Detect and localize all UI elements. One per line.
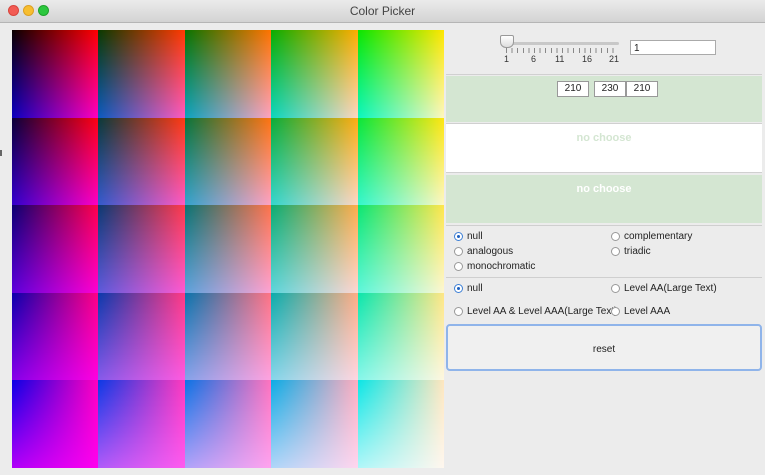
palette-swatch-block[interactable] — [271, 117, 358, 206]
palette-swatch-block[interactable] — [184, 380, 272, 468]
palette-swatch-block[interactable] — [12, 292, 99, 381]
harmony-option-null[interactable]: null — [454, 231, 483, 242]
radio-icon — [454, 307, 463, 316]
palette-swatch-block[interactable] — [184, 30, 272, 118]
palette-swatch-block[interactable] — [12, 30, 99, 118]
palette-swatch-block[interactable] — [98, 117, 185, 206]
tick-label: 21 — [609, 54, 620, 64]
title-bar: Color Picker — [0, 0, 765, 23]
radio-icon — [611, 307, 620, 316]
palette-swatch-block[interactable] — [357, 30, 444, 118]
tick-label: 1 — [504, 54, 510, 64]
radio-selected-icon — [454, 232, 463, 241]
palette-swatch-block[interactable] — [12, 117, 99, 206]
step-slider-panel: 1 6 11 16 21 1 — [446, 26, 762, 75]
palette-swatch-block[interactable] — [12, 205, 99, 293]
harmony-options: null complementary analogous triadic mon… — [446, 225, 762, 275]
step-slider-track[interactable] — [505, 42, 619, 45]
tick-label: 16 — [582, 54, 593, 64]
palette-swatch-block[interactable] — [98, 292, 185, 381]
radio-icon — [454, 262, 463, 271]
contrast-option-label: Level AA & Level AAA(Large Text) — [467, 306, 618, 317]
palette-swatch-block[interactable] — [184, 205, 272, 293]
contrast-option-aa-aaa-large[interactable]: Level AA & Level AAA(Large Text) — [454, 306, 617, 317]
selection-label: no choose — [576, 132, 632, 144]
harmony-option-triadic[interactable]: triadic — [611, 246, 651, 257]
palette-swatch-block[interactable] — [271, 292, 358, 381]
rgb-panel: 210 230 210 — [446, 76, 762, 122]
radio-icon — [611, 284, 620, 293]
contrast-option-null[interactable]: null — [454, 283, 483, 294]
harmony-option-analogous[interactable]: analogous — [454, 246, 513, 257]
step-value-field[interactable]: 1 — [630, 40, 716, 55]
red-value-field[interactable]: 210 — [557, 81, 589, 97]
palette-swatch-block[interactable] — [184, 292, 272, 381]
edge-marker — [0, 150, 2, 156]
contrast-option-aaa[interactable]: Level AAA — [611, 306, 670, 317]
harmony-option-monochromatic[interactable]: monochromatic — [454, 261, 535, 272]
contrast-option-label: null — [467, 283, 483, 294]
tick-label: 11 — [555, 54, 565, 64]
palette-swatch-block[interactable] — [184, 117, 272, 206]
harmony-option-label: monochromatic — [467, 261, 536, 272]
palette-swatch-block[interactable] — [357, 380, 444, 468]
harmony-option-label: null — [467, 231, 483, 242]
radio-selected-icon — [454, 284, 463, 293]
color-palette-grid[interactable] — [12, 30, 444, 468]
palette-swatch-block[interactable] — [98, 205, 185, 293]
contrast-option-aa-large[interactable]: Level AA(Large Text) — [611, 283, 717, 294]
palette-swatch-block[interactable] — [357, 292, 444, 381]
contrast-option-label: Level AAA — [624, 306, 671, 317]
harmony-option-label: complementary — [624, 231, 693, 242]
palette-swatch-block[interactable] — [98, 30, 185, 118]
contrast-options: null Level AA(Large Text) Level AA & Lev… — [446, 277, 762, 321]
palette-swatch-block[interactable] — [271, 205, 358, 293]
palette-swatch-block[interactable] — [357, 205, 444, 293]
radio-icon — [611, 247, 620, 256]
harmony-option-complementary[interactable]: complementary — [611, 231, 692, 242]
window-title: Color Picker — [349, 4, 416, 18]
harmony-option-label: analogous — [467, 246, 514, 257]
palette-swatch-block[interactable] — [98, 380, 185, 468]
step-slider-thumb[interactable] — [500, 35, 514, 48]
selected-color-preview: no choose — [446, 123, 762, 173]
reset-button[interactable]: reset — [446, 324, 762, 371]
radio-icon — [611, 232, 620, 241]
radio-icon — [454, 247, 463, 256]
matched-color-preview: no choose — [446, 175, 762, 223]
contrast-option-label: Level AA(Large Text) — [624, 283, 717, 294]
palette-swatch-block[interactable] — [271, 380, 358, 468]
step-slider-ticks — [506, 48, 618, 53]
matched-selection-label: no choose — [576, 183, 632, 195]
palette-swatch-block[interactable] — [12, 380, 99, 468]
blue-value-field[interactable]: 210 — [626, 81, 658, 97]
reset-label: reset — [592, 344, 616, 355]
palette-swatch-block[interactable] — [271, 30, 358, 118]
palette-swatch-block[interactable] — [357, 117, 444, 206]
tick-label: 6 — [531, 54, 537, 64]
green-value-field[interactable]: 230 — [594, 81, 626, 97]
harmony-option-label: triadic — [624, 246, 651, 257]
